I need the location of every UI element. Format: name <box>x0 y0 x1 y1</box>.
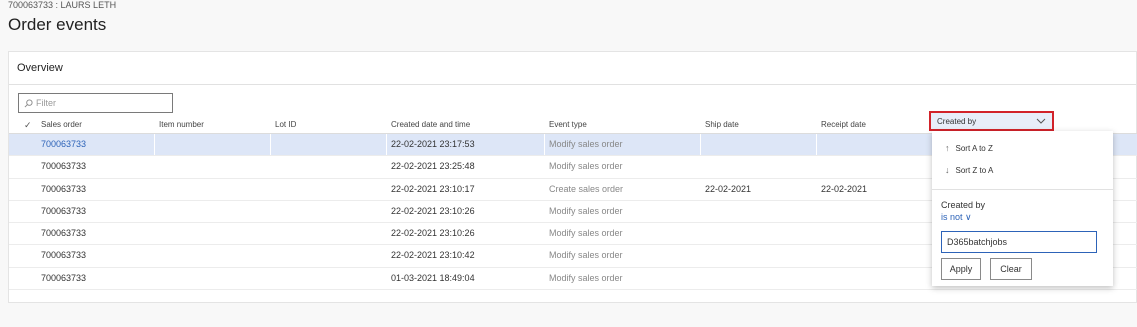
cell-created-date: 01-03-2021 18:49:04 <box>391 272 475 283</box>
cell-event-type: Modify sales order <box>549 139 623 149</box>
cell-event-type: Modify sales order <box>549 228 623 239</box>
cell-receipt-date: 22-02-2021 <box>821 183 868 194</box>
cell-sales-order[interactable]: 700063733 <box>41 139 86 149</box>
search-icon <box>24 98 33 107</box>
row-cell-segment <box>155 156 271 177</box>
cell-event-type: Modify sales order <box>549 205 623 216</box>
row-cell-segment <box>155 268 271 289</box>
chevron-down-icon <box>1036 118 1046 124</box>
cell-event-type: Modify sales order <box>549 161 623 172</box>
cell-created-date: 22-02-2021 23:25:48 <box>391 161 475 172</box>
cell-sales-order[interactable]: 700063733 <box>41 273 86 283</box>
filter-field-label: Created by <box>941 200 986 210</box>
row-cell-segment <box>701 223 817 244</box>
arrow-down-icon: ↓ <box>945 165 950 175</box>
row-cell-segment <box>155 245 271 266</box>
arrow-up-icon: ↑ <box>945 143 950 153</box>
clear-button[interactable]: Clear <box>990 258 1032 280</box>
apply-button[interactable]: Apply <box>941 258 981 280</box>
cell-created-date: 22-02-2021 23:17:53 <box>391 139 475 149</box>
cell-sales-order[interactable]: 700063733 <box>41 228 86 238</box>
column-header-item-number[interactable]: Item number <box>159 120 204 129</box>
row-cell-segment <box>817 134 934 156</box>
column-menu: ↑ Sort A to Z ↓ Sort Z to A Created by i… <box>932 131 1113 286</box>
column-header-ship-date[interactable]: Ship date <box>705 120 739 129</box>
filter-operator-dropdown[interactable]: is not ∨ <box>941 212 1113 223</box>
cell-event-type: Modify sales order <box>549 250 623 261</box>
cell-created-date: 22-02-2021 23:10:26 <box>391 205 475 216</box>
column-header-event-type[interactable]: Event type <box>549 120 587 129</box>
filter-input[interactable] <box>36 98 166 108</box>
column-header-created-by[interactable]: Created by <box>929 111 1054 131</box>
row-cell-segment <box>271 223 387 244</box>
row-cell-segment <box>701 156 817 177</box>
column-header-sales-order[interactable]: Sales order <box>41 120 82 129</box>
cell-event-type: Create sales order <box>549 183 624 194</box>
cell-event-type: Modify sales order <box>549 272 623 283</box>
row-cell-segment <box>701 268 817 289</box>
cell-sales-order[interactable]: 700063733 <box>41 206 86 216</box>
column-header-receipt-date[interactable]: Receipt date <box>821 120 866 129</box>
select-all-check-icon[interactable]: ✓ <box>24 120 32 131</box>
sort-desc-label: Sort Z to A <box>955 165 994 175</box>
cell-created-date: 22-02-2021 23:10:42 <box>391 250 475 261</box>
filter-operator-label: is not <box>941 212 963 222</box>
column-header-created-date[interactable]: Created date and time <box>391 120 470 129</box>
menu-divider <box>932 189 1113 190</box>
cell-ship-date: 22-02-2021 <box>705 183 752 194</box>
row-cell-segment <box>271 179 387 200</box>
row-cell-segment <box>271 134 387 156</box>
cell-sales-order[interactable]: 700063733 <box>41 184 86 194</box>
row-cell-segment <box>817 223 934 244</box>
sort-asc-menu-item[interactable]: ↑ Sort A to Z <box>932 137 1113 159</box>
page-title: Order events <box>8 15 107 34</box>
cell-sales-order[interactable]: 700063733 <box>41 161 86 171</box>
row-cell-segment <box>271 245 387 266</box>
filter-box <box>18 93 173 113</box>
row-cell-segment <box>155 201 271 222</box>
row-cell-segment <box>155 179 271 200</box>
cell-sales-order[interactable]: 700063733 <box>41 250 86 260</box>
sort-asc-label: Sort A to Z <box>955 143 993 153</box>
chevron-down-icon: ∨ <box>965 212 972 222</box>
row-cell-segment <box>701 245 817 266</box>
row-cell-segment <box>817 201 934 222</box>
row-cell-segment <box>271 156 387 177</box>
row-cell-segment <box>817 156 934 177</box>
row-cell-segment <box>155 223 271 244</box>
column-header-lot-id[interactable]: Lot ID <box>275 120 296 129</box>
panel-header[interactable]: Overview <box>9 52 1136 85</box>
record-caption: 700063733 : LAURS LETH <box>8 0 117 10</box>
filter-value-input[interactable] <box>941 231 1097 253</box>
panel-title: Overview <box>17 62 63 74</box>
row-cell-segment <box>155 134 271 156</box>
row-cell-segment <box>271 201 387 222</box>
row-cell-segment <box>817 245 934 266</box>
created-by-header-label: Created by <box>937 116 977 126</box>
row-cell-segment <box>701 201 817 222</box>
row-cell-segment <box>701 134 817 156</box>
sort-desc-menu-item[interactable]: ↓ Sort Z to A <box>932 159 1113 181</box>
cell-created-date: 22-02-2021 23:10:17 <box>391 183 475 194</box>
row-cell-segment <box>817 268 934 289</box>
row-cell-segment <box>271 268 387 289</box>
cell-created-date: 22-02-2021 23:10:26 <box>391 228 475 239</box>
